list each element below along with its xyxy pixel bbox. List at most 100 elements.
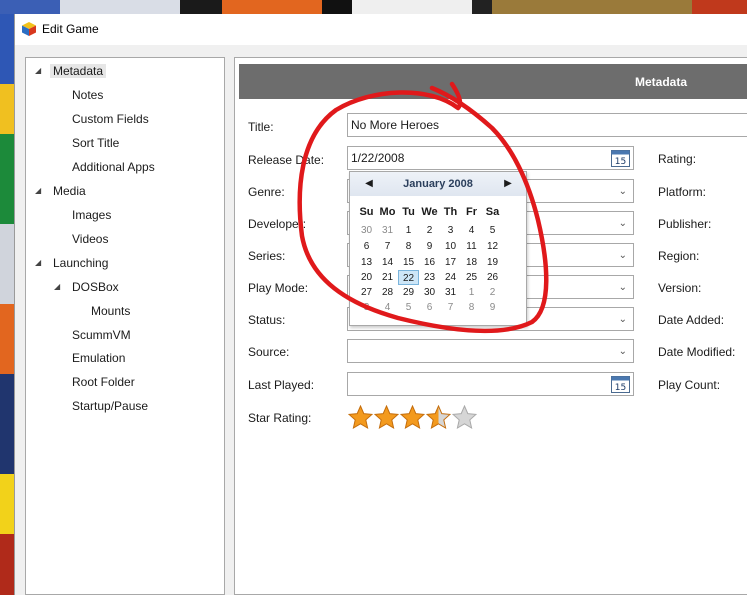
chevron-down-icon: ⌄ (618, 346, 627, 357)
star-icon[interactable] (374, 405, 399, 430)
tree-item-label: Launching (53, 256, 109, 270)
calendar-day[interactable]: 12 (482, 239, 503, 254)
calendar-day[interactable]: 2 (419, 223, 440, 238)
calendar-day[interactable]: 10 (440, 239, 461, 254)
calendar-day[interactable]: 1 (461, 285, 482, 300)
tree-item-notes[interactable]: Notes (72, 86, 103, 105)
calendar-day[interactable]: 6 (356, 239, 377, 254)
tree-item-label: Root Folder (72, 375, 135, 389)
last-played-input[interactable]: 15 (347, 372, 634, 396)
calendar-day[interactable]: 24 (440, 270, 461, 285)
calendar-weekday-header: Sa (485, 206, 500, 218)
calendar-day[interactable]: 17 (440, 255, 461, 270)
chevron-down-icon: ⌄ (618, 314, 627, 325)
title-label: Title: (248, 120, 274, 134)
star-icon[interactable] (348, 405, 373, 430)
status-label: Status: (248, 313, 286, 327)
tree-item-custom-fields[interactable]: Custom Fields (72, 110, 149, 129)
calendar-day[interactable]: 27 (356, 285, 377, 300)
calendar-weekday-header: Fr (466, 206, 477, 218)
tree-item-launching[interactable]: ◢ Launching (35, 254, 109, 273)
calendar-day[interactable]: 7 (440, 300, 461, 315)
tree-item-images[interactable]: Images (72, 206, 111, 225)
calendar-day[interactable]: 13 (356, 255, 377, 270)
release-date-input[interactable]: 1/22/2008 15 (347, 146, 634, 170)
calendar-day[interactable]: 31 (440, 285, 461, 300)
calendar-day[interactable]: 25 (461, 270, 482, 285)
tree-item-scummvm[interactable]: ScummVM (72, 326, 131, 345)
calendar-day[interactable]: 8 (398, 239, 419, 254)
tree-item-label: Metadata (50, 64, 107, 78)
region-label: Region: (658, 249, 700, 263)
date-modified-label: Date Modified: (658, 345, 736, 359)
tree-item-root-folder[interactable]: Root Folder (72, 373, 135, 392)
calendar-day[interactable]: 5 (482, 223, 503, 238)
tree-item-startup-pause[interactable]: Startup/Pause (72, 397, 148, 416)
calendar-day-selected[interactable]: 22 (398, 270, 419, 285)
calendar-day[interactable]: 28 (377, 285, 398, 300)
calendar-day[interactable]: 14 (377, 255, 398, 270)
tree-expander-icon[interactable]: ◢ (35, 187, 43, 195)
calendar-day[interactable]: 4 (377, 300, 398, 315)
calendar-day[interactable]: 19 (482, 255, 503, 270)
title-bar[interactable]: Edit Game (15, 14, 747, 45)
title-input[interactable]: No More Heroes (347, 113, 747, 137)
publisher-label: Publisher: (658, 217, 712, 231)
tree-expander-icon[interactable]: ◢ (35, 259, 43, 267)
source-combobox[interactable]: ⌄ (347, 339, 634, 363)
calendar-day[interactable]: 30 (419, 285, 440, 300)
star-icon[interactable] (426, 405, 451, 430)
calendar-day[interactable]: 26 (482, 270, 503, 285)
calendar-day[interactable]: 8 (461, 300, 482, 315)
calendar-day[interactable]: 9 (419, 239, 440, 254)
tree-item-mounts[interactable]: Mounts (91, 302, 130, 321)
background-game-art-strip (0, 0, 747, 14)
calendar-day[interactable]: 29 (398, 285, 419, 300)
calendar-day[interactable]: 18 (461, 255, 482, 270)
calendar-day[interactable]: 1 (398, 223, 419, 238)
tree-item-additional-apps[interactable]: Additional Apps (72, 158, 155, 177)
calendar-day[interactable]: 15 (398, 255, 419, 270)
window-title: Edit Game (42, 22, 99, 36)
calendar-day[interactable]: 6 (419, 300, 440, 315)
calendar-day[interactable]: 5 (398, 300, 419, 315)
calendar-day[interactable]: 7 (377, 239, 398, 254)
calendar-day[interactable]: 9 (482, 300, 503, 315)
tree-item-label: Mounts (91, 304, 131, 318)
tree-item-dosbox[interactable]: ◢ DOSBox (54, 278, 119, 297)
calendar-day[interactable]: 23 (419, 270, 440, 285)
calendar-day[interactable]: 30 (356, 223, 377, 238)
star-icon[interactable] (452, 405, 477, 430)
calendar-month-title[interactable]: January 2008 (350, 178, 526, 190)
play-count-label: Play Count: (658, 378, 721, 392)
version-label: Version: (658, 281, 702, 295)
calendar-day[interactable]: 21 (377, 270, 398, 285)
calendar-weekday-header: Mo (379, 206, 396, 218)
calendar-day[interactable]: 16 (419, 255, 440, 270)
calendar-day[interactable]: 20 (356, 270, 377, 285)
chevron-down-icon: ⌄ (618, 186, 627, 197)
section-header-bar: Metadata (239, 64, 747, 99)
calendar-day[interactable]: 2 (482, 285, 503, 300)
platform-label: Platform: (658, 185, 707, 199)
tree-item-label: Videos (72, 232, 109, 246)
section-header-title: Metadata (635, 75, 688, 89)
calendar-icon[interactable]: 15 (611, 375, 630, 393)
tree-expander-icon[interactable]: ◢ (35, 67, 43, 75)
star-icon[interactable] (400, 405, 425, 430)
navigation-tree: ◢ Metadata Notes Custom Fields Sort Title Add… (25, 57, 225, 595)
tree-item-emulation[interactable]: Emulation (72, 349, 125, 368)
calendar-day[interactable]: 31 (377, 223, 398, 238)
calendar-day[interactable]: 11 (461, 239, 482, 254)
calendar-day[interactable]: 4 (461, 223, 482, 238)
tree-item-videos[interactable]: Videos (72, 230, 108, 249)
tree-item-media[interactable]: ◢ Media (35, 182, 86, 201)
calendar-icon[interactable]: 15 (611, 149, 630, 167)
calendar-day[interactable]: 3 (356, 300, 377, 315)
calendar-day[interactable]: 3 (440, 223, 461, 238)
next-month-icon[interactable]: ▶ (502, 178, 514, 190)
tree-expander-icon[interactable]: ◢ (54, 283, 62, 291)
play-mode-label: Play Mode: (248, 281, 309, 295)
tree-item-metadata[interactable]: ◢ Metadata (35, 62, 107, 81)
tree-item-sort-title[interactable]: Sort Title (72, 134, 119, 153)
